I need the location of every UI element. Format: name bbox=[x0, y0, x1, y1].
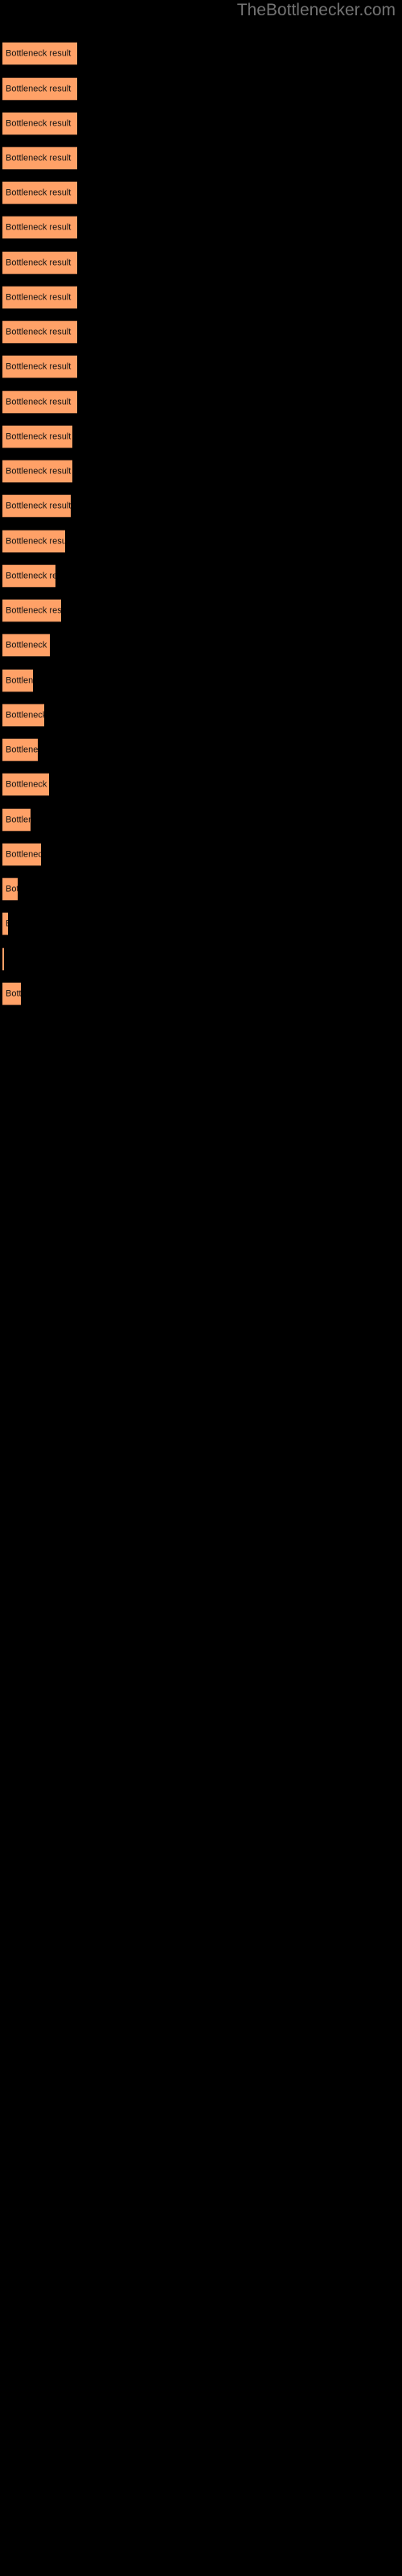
bottleneck-result-bar[interactable]: Bottleneck result bbox=[2, 216, 77, 239]
bottleneck-result-bar[interactable]: Bottleneck result bbox=[2, 634, 50, 657]
bar-label: Bottleneck result bbox=[6, 919, 8, 929]
bottleneck-result-bar[interactable]: Bottleneck result bbox=[2, 982, 21, 1005]
bottleneck-result-bar[interactable]: Bottleneck result bbox=[2, 564, 55, 588]
bar-label: Bottleneck result bbox=[6, 501, 71, 510]
bottleneck-result-bar[interactable]: Bottleneck result bbox=[2, 738, 38, 762]
bar-label: Bottleneck result bbox=[6, 989, 21, 998]
bottleneck-result-bar[interactable]: Bottleneck result bbox=[2, 808, 31, 832]
bar-label: Bottleneck result bbox=[6, 571, 55, 580]
bar-label: Bottleneck result bbox=[6, 292, 72, 302]
bottleneck-bar-chart: Bottleneck result Bottleneck result Bottle… bbox=[0, 0, 402, 2576]
bar-label: Bottleneck result bbox=[6, 397, 72, 407]
bar-label: Bottleneck result bbox=[6, 188, 72, 197]
bottleneck-result-bar[interactable]: Bottleneck result bbox=[2, 843, 41, 866]
bottleneck-result-bar[interactable]: Bottleneck result bbox=[2, 355, 77, 378]
bar-label: Bottleneck result bbox=[6, 849, 41, 859]
bottleneck-result-bar[interactable]: Bottleneck result bbox=[2, 77, 77, 101]
bottleneck-result-bar[interactable]: Bottleneck result bbox=[2, 494, 71, 518]
bar-label: Bottleneck result bbox=[6, 675, 33, 685]
bar-label: Bottleneck result bbox=[6, 84, 72, 93]
bar-label: Bottleneck result bbox=[6, 710, 44, 720]
bottleneck-result-bar[interactable]: Bottleneck result bbox=[2, 181, 77, 204]
bar-label: Bottleneck result bbox=[6, 815, 31, 824]
bottleneck-result-bar[interactable]: Bottleneck result bbox=[2, 460, 72, 483]
bar-label: Bottleneck result bbox=[6, 779, 49, 789]
bottleneck-result-bar[interactable]: Bottleneck result bbox=[2, 425, 72, 448]
bar-label: Bottleneck result bbox=[6, 640, 50, 650]
bar-label: Bottleneck result bbox=[6, 258, 72, 267]
bottleneck-result-bar[interactable]: Bottleneck result bbox=[2, 112, 77, 135]
bar-label: Bottleneck result bbox=[6, 536, 65, 546]
bottleneck-result-bar[interactable]: Bottleneck result bbox=[2, 147, 77, 170]
bar-label: Bottleneck result bbox=[6, 605, 61, 615]
bar-label: Bottleneck result bbox=[6, 222, 72, 232]
bar-label: Bottleneck result bbox=[6, 431, 72, 441]
bottleneck-result-bar[interactable]: Bottleneck result bbox=[2, 877, 18, 901]
bottleneck-result-bar[interactable]: Bottleneck result bbox=[2, 912, 8, 935]
bar-label: Bottleneck result bbox=[6, 118, 72, 128]
bottleneck-result-bar[interactable]: Bottleneck result bbox=[2, 286, 77, 309]
bottleneck-result-bar[interactable]: Bottleneck result bbox=[2, 773, 49, 796]
bar-label: Bottleneck result bbox=[6, 361, 72, 371]
bottleneck-result-bar[interactable]: Bottleneck result bbox=[2, 251, 77, 275]
bottleneck-result-bar[interactable]: Bottleneck result bbox=[2, 947, 4, 971]
bottleneck-result-bar[interactable]: Bottleneck result bbox=[2, 320, 77, 344]
bottleneck-result-bar[interactable]: Bottleneck result bbox=[2, 599, 61, 622]
bottleneck-result-bar[interactable]: Bottleneck result bbox=[2, 669, 33, 692]
bottleneck-result-bar[interactable]: Bottleneck result bbox=[2, 530, 65, 553]
bottleneck-result-bar[interactable]: Bottleneck result bbox=[2, 704, 44, 727]
bar-label: Bottleneck result bbox=[6, 884, 18, 894]
bottleneck-result-bar[interactable]: Bottleneck result bbox=[2, 42, 77, 65]
bar-label: Bottleneck result bbox=[6, 153, 72, 163]
bar-label: Bottleneck result bbox=[6, 48, 72, 58]
bar-label: Bottleneck result bbox=[6, 327, 72, 336]
bottleneck-result-bar[interactable]: Bottleneck result bbox=[2, 390, 77, 414]
bar-label: Bottleneck result bbox=[6, 466, 72, 476]
bar-label: Bottleneck result bbox=[6, 745, 38, 754]
